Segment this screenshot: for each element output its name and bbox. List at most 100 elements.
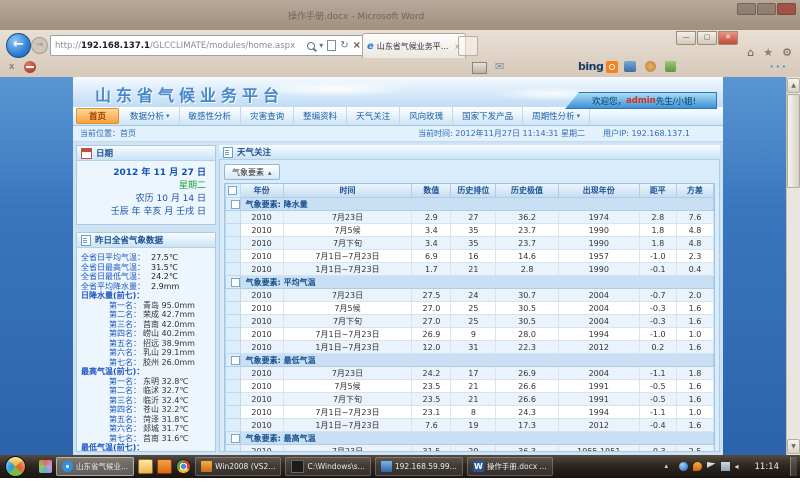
lunar-date: 农历 10 月 14 日 bbox=[81, 193, 206, 206]
search-icon[interactable] bbox=[307, 42, 315, 50]
browser-toolbar: bing ••• bbox=[0, 58, 800, 77]
table-row: 2010 7月5候 23.5 21 26.6 1991 -0.5 bbox=[226, 380, 714, 393]
nav-item-compiled-data[interactable]: 整编资料 bbox=[294, 107, 347, 125]
start-button[interactable] bbox=[5, 456, 26, 477]
chevron-down-icon[interactable] bbox=[319, 41, 323, 51]
nav-item-home[interactable]: 首页 bbox=[76, 108, 119, 124]
weather-stat: 全省平均降水量：2.9mm bbox=[81, 282, 213, 292]
bing-logo[interactable]: bing bbox=[578, 60, 618, 73]
nav-item-periodic-analysis[interactable]: 周期性分析 bbox=[523, 107, 590, 125]
explorer-folder-icon[interactable] bbox=[138, 459, 153, 474]
ranking-item: 第四名：崂山 40.2mm bbox=[81, 329, 213, 339]
photo-icon[interactable] bbox=[472, 62, 487, 74]
puzzle-icon[interactable] bbox=[665, 61, 676, 72]
tab-favicon: e bbox=[367, 41, 374, 52]
vm-icon bbox=[201, 461, 212, 472]
expand-icon[interactable] bbox=[231, 356, 240, 365]
col-rank[interactable]: 历史排位 bbox=[451, 184, 496, 198]
taskbar-window-cmd[interactable]: C:\Windows\s... bbox=[285, 457, 370, 476]
expand-icon[interactable] bbox=[231, 434, 240, 443]
element-filter-button[interactable]: 气象要素 bbox=[224, 164, 280, 180]
table-row: 2010 1月1日~7月23日 12.0 31 22.3 2012 0.2 bbox=[226, 341, 714, 354]
hidden-icons-arrow[interactable] bbox=[665, 462, 674, 471]
browser-tab[interactable]: e 山东省气候业务平... bbox=[362, 33, 466, 58]
group-name: 气象要素: 最低气温 bbox=[240, 354, 713, 367]
weather-stat: 全省日平均气温：27.5℃ bbox=[81, 253, 213, 263]
scroll-down-icon[interactable]: ▼ bbox=[787, 439, 800, 454]
group-header-row: 气象要素: 平均气温 bbox=[226, 276, 714, 289]
messenger-icon[interactable] bbox=[679, 462, 688, 471]
close-icon[interactable]: ✕ bbox=[718, 31, 738, 45]
toolbar-overflow-icon[interactable]: ••• bbox=[770, 63, 788, 71]
table-row: 2010 7月下旬 23.5 21 26.6 1991 -0.5 bbox=[226, 393, 714, 406]
refresh-icon[interactable] bbox=[340, 40, 348, 51]
nav-item-data-analysis[interactable]: 数据分析 bbox=[121, 107, 180, 125]
camera-icon[interactable] bbox=[624, 61, 636, 72]
pinned-app-orange-icon[interactable] bbox=[157, 459, 172, 474]
cmd-icon bbox=[291, 460, 304, 473]
back-button[interactable] bbox=[6, 33, 31, 58]
table-row: 2010 7月下旬 3.4 35 23.7 1990 1.8 4 bbox=[226, 237, 714, 250]
col-year[interactable]: 年份 bbox=[240, 184, 283, 198]
col-extreme-year[interactable]: 出现年份 bbox=[558, 184, 639, 198]
show-desktop-button[interactable] bbox=[790, 457, 797, 476]
paw-icon[interactable] bbox=[645, 61, 656, 72]
minimize-icon[interactable] bbox=[737, 3, 756, 15]
col-extreme[interactable]: 历史极值 bbox=[496, 184, 558, 198]
forward-button[interactable] bbox=[31, 37, 48, 54]
taskbar-window-vm[interactable]: Win2008 (VS2... bbox=[195, 457, 281, 476]
col-variance[interactable]: 方差 bbox=[676, 184, 713, 198]
nav-item-wind-rose[interactable]: 风向玫瑰 bbox=[400, 107, 453, 125]
scroll-up-icon[interactable]: ▲ bbox=[787, 78, 800, 93]
maximize-icon[interactable] bbox=[757, 3, 776, 15]
download-icon[interactable] bbox=[693, 462, 702, 471]
volume-icon[interactable] bbox=[735, 462, 744, 471]
ranking-section-title: 最高气温(前七)： bbox=[81, 367, 213, 377]
select-all-checkbox[interactable] bbox=[228, 186, 237, 195]
sidebar: 日期 2012 年 11 月 27 日 星期二 农历 10 月 14 日 壬辰 … bbox=[76, 145, 216, 452]
compatibility-icon[interactable] bbox=[327, 40, 336, 51]
taskbar-window-rdp[interactable]: 192.168.59.99... bbox=[375, 457, 463, 476]
ranking-item: 第二名：荣成 42.7mm bbox=[81, 310, 213, 320]
action-center-flag-icon[interactable] bbox=[707, 462, 716, 471]
scrollbar-thumb[interactable] bbox=[787, 94, 800, 188]
yesterday-weather-panel: 昨日全省气象数据 全省日平均气温：27.5℃ 全省日最高气温：31.5℃ 全省 bbox=[76, 232, 216, 452]
chevron-down-icon bbox=[577, 111, 581, 121]
ganzhi-date: 壬辰 年 辛亥 月 壬戌 日 bbox=[81, 206, 206, 219]
taskbar-window-ie[interactable]: 山东省气候业... bbox=[56, 457, 134, 476]
site-title: 山东省气候业务平台 bbox=[95, 82, 284, 106]
pinned-app-icon[interactable] bbox=[39, 460, 52, 473]
col-value[interactable]: 数值 bbox=[412, 184, 451, 198]
new-tab-button[interactable] bbox=[458, 36, 478, 56]
nav-item-weather-focus[interactable]: 天气关注 bbox=[347, 107, 400, 125]
col-time[interactable]: 时间 bbox=[283, 184, 412, 198]
ranking-item: 第二名：临沭 32.7℃ bbox=[81, 386, 213, 396]
nav-item-sensitivity-analysis[interactable]: 敏感性分析 bbox=[180, 107, 242, 125]
taskbar-window-word[interactable]: 操作手册.docx ... bbox=[467, 457, 553, 476]
vertical-scrollbar[interactable]: ▲ ▼ bbox=[786, 77, 800, 455]
stop-icon[interactable] bbox=[353, 40, 361, 51]
table-row: 2010 1月1日~7月23日 7.6 19 17.3 2012 -0.4 bbox=[226, 419, 714, 432]
network-icon[interactable] bbox=[721, 462, 730, 471]
ranking-section: 最高气温(前七)： 第一名：东明 32.8℃ 第二名：临沭 32.7℃ bbox=[81, 367, 213, 443]
nav-item-national-products[interactable]: 国家下发产品 bbox=[453, 107, 523, 125]
taskbar-clock[interactable]: 11:14 bbox=[749, 462, 786, 472]
toolbar-close-icon[interactable] bbox=[9, 62, 14, 72]
col-anomaly[interactable]: 距平 bbox=[639, 184, 676, 198]
url-scheme: http:// bbox=[55, 41, 81, 51]
minimize-icon[interactable]: — bbox=[676, 31, 696, 45]
expand-icon[interactable] bbox=[231, 278, 240, 287]
table-row: 2010 7月23日 31.5 29 36.3 1955,1951 -0.3 bbox=[226, 445, 714, 453]
maximize-icon[interactable]: ▢ bbox=[697, 31, 717, 45]
addon-blocked-icon[interactable] bbox=[24, 61, 36, 73]
table-row: 2010 7月5候 3.4 35 23.7 1990 1.8 4 bbox=[226, 224, 714, 237]
address-bar[interactable]: http://192.168.137.1/GLCCLIMATE/modules/… bbox=[50, 35, 366, 56]
browser-app-icon[interactable] bbox=[176, 459, 191, 474]
close-icon[interactable] bbox=[777, 3, 796, 15]
weather-focus-table: 年份 时间 数值 历史排位 历史极值 出现年份 距平 方差 bbox=[224, 183, 715, 452]
mail-icon[interactable] bbox=[495, 60, 504, 73]
window-controls: — ▢ ✕ bbox=[676, 31, 738, 45]
expand-icon[interactable] bbox=[231, 200, 240, 209]
nav-item-disaster-query[interactable]: 灾害查询 bbox=[241, 107, 294, 125]
ranking-section: 日降水量(前七)： 第一名：青岛 95.0mm 第二名：荣成 42.7mm bbox=[81, 291, 213, 367]
